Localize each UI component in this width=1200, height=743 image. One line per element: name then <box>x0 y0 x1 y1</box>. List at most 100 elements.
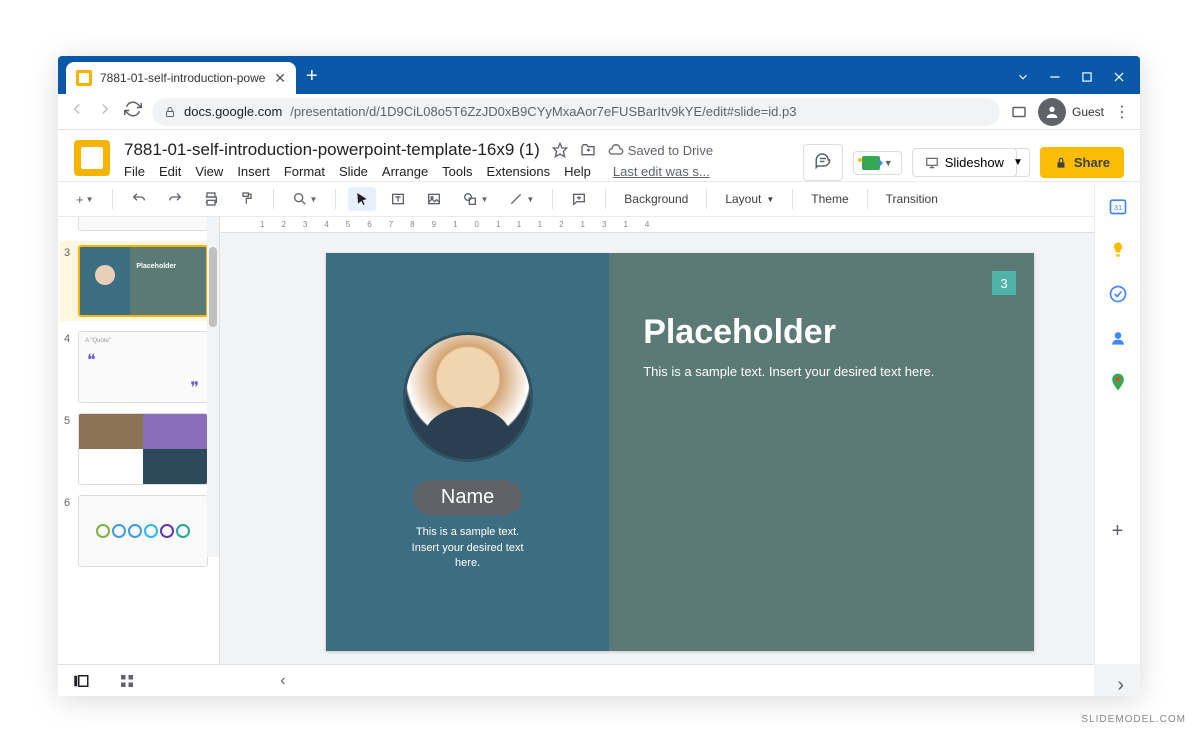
collapse-filmstrip-icon[interactable]: ‹ <box>280 672 285 690</box>
browser-tab[interactable]: 7881-01-self-introduction-powe ✕ <box>66 62 296 94</box>
url-field[interactable]: docs.google.com/presentation/d/1D9CiL08o… <box>152 98 1000 126</box>
extensions-icon[interactable] <box>1010 103 1028 121</box>
menu-slide[interactable]: Slide <box>339 164 368 179</box>
tasks-icon[interactable] <box>1108 284 1128 304</box>
guest-label: Guest <box>1072 105 1104 119</box>
slide[interactable]: Name This is a sample text. Insert your … <box>326 253 1034 651</box>
slide-description[interactable]: This is a sample text. Insert your desir… <box>643 364 1000 379</box>
menu-arrange[interactable]: Arrange <box>382 164 428 179</box>
side-panel: 31 + <box>1094 184 1140 664</box>
new-tab-button[interactable]: + <box>306 65 318 88</box>
close-window-icon[interactable] <box>1112 70 1126 84</box>
shape-tool[interactable]: ▼ <box>456 187 494 211</box>
save-status[interactable]: Saved to Drive <box>608 142 713 158</box>
last-edit-link[interactable]: Last edit was s... <box>613 164 710 179</box>
document-title[interactable]: 7881-01-self-introduction-powerpoint-tem… <box>124 140 540 160</box>
textbox-tool[interactable] <box>384 187 412 211</box>
transition-button[interactable]: Transition <box>880 188 944 210</box>
browser-tab-bar: 7881-01-self-introduction-powe ✕ + <box>58 56 1140 94</box>
thumbnail-panel: 3 Placeholder 4 A "Quote" ❝❞ 5 6 <box>58 217 220 696</box>
horizontal-ruler: 1234567891011121314 <box>220 217 1140 233</box>
grid-view-icon[interactable] <box>118 672 136 690</box>
url-domain: docs.google.com <box>184 104 282 119</box>
line-tool[interactable]: ▼ <box>502 187 540 211</box>
toolbar: +▼ ▼ ▼ ▼ Background Layout▼ Theme Transi… <box>58 181 1140 217</box>
maps-icon[interactable] <box>1108 372 1128 392</box>
chevron-down-icon[interactable] <box>1016 70 1030 84</box>
watermark: SLIDEMODEL.COM <box>1081 714 1186 725</box>
menu-help[interactable]: Help <box>564 164 591 179</box>
maximize-icon[interactable] <box>1080 70 1094 84</box>
window-controls <box>1016 70 1140 84</box>
slide-thumbnail[interactable] <box>78 413 208 485</box>
slideshow-dropdown[interactable]: ▼ <box>1007 148 1030 177</box>
add-addon-button[interactable]: + <box>1112 520 1124 543</box>
minimize-icon[interactable] <box>1048 70 1062 84</box>
slides-logo-icon[interactable] <box>74 140 110 176</box>
menu-view[interactable]: View <box>195 164 223 179</box>
menu-file[interactable]: File <box>124 164 145 179</box>
slide-thumbnail[interactable] <box>78 217 208 231</box>
move-folder-icon[interactable] <box>580 142 596 158</box>
lock-icon <box>1054 156 1068 170</box>
main-area: 3 Placeholder 4 A "Quote" ❝❞ 5 6 <box>58 217 1140 696</box>
paint-format-button[interactable] <box>233 187 261 211</box>
theme-button[interactable]: Theme <box>805 188 854 210</box>
filmstrip-view-icon[interactable] <box>72 672 90 690</box>
browser-window: 7881-01-self-introduction-powe ✕ + docs.… <box>58 56 1140 696</box>
bottom-bar: ‹ <box>58 664 1094 696</box>
thumb-number: 5 <box>64 413 74 485</box>
title-bar: 7881-01-self-introduction-powerpoint-tem… <box>58 130 1140 181</box>
slide-title[interactable]: Placeholder <box>643 313 1000 352</box>
forward-button[interactable] <box>96 100 114 123</box>
calendar-icon[interactable]: 31 <box>1108 196 1128 216</box>
menu-extensions[interactable]: Extensions <box>487 164 551 179</box>
tab-title: 7881-01-self-introduction-powe <box>100 71 266 85</box>
avatar-image[interactable] <box>403 332 533 462</box>
keep-icon[interactable] <box>1108 240 1128 260</box>
menu-edit[interactable]: Edit <box>159 164 181 179</box>
svg-text:31: 31 <box>1113 203 1121 212</box>
select-tool[interactable] <box>348 187 376 211</box>
profile-avatar[interactable] <box>1038 98 1066 126</box>
sub-text[interactable]: This is a sample text. Insert your desir… <box>412 525 524 571</box>
menu-insert[interactable]: Insert <box>237 164 270 179</box>
cloud-icon <box>608 142 624 158</box>
share-button[interactable]: Share <box>1040 147 1124 178</box>
background-button[interactable]: Background <box>618 188 694 210</box>
thumb-number: 4 <box>64 331 74 403</box>
menu-tools[interactable]: Tools <box>442 164 472 179</box>
url-path: /presentation/d/1D9CiL08o5T6ZzJD0xB9CYyM… <box>290 104 796 119</box>
print-button[interactable] <box>197 187 225 211</box>
canvas-area: 1234567891011121314 Name This is a sampl… <box>220 217 1140 696</box>
image-tool[interactable] <box>420 187 448 211</box>
thumb-number: 6 <box>64 495 74 567</box>
layout-button[interactable]: Layout▼ <box>719 188 780 210</box>
slide-thumbnail[interactable] <box>78 495 208 567</box>
meet-button[interactable]: ▼ <box>853 151 902 175</box>
reload-button[interactable] <box>124 100 142 123</box>
zoom-button[interactable]: ▼ <box>286 187 324 211</box>
new-slide-button[interactable]: +▼ <box>70 188 100 211</box>
thumb-number: 3 <box>64 245 74 317</box>
slideshow-button[interactable]: Slideshow <box>912 148 1017 177</box>
menu-format[interactable]: Format <box>284 164 325 179</box>
slide-thumbnail[interactable]: Placeholder <box>78 245 208 317</box>
redo-button[interactable] <box>161 187 189 211</box>
name-label[interactable]: Name <box>413 480 522 515</box>
scroll-right-icon[interactable]: › <box>1117 674 1124 696</box>
slide-right-panel: Placeholder This is a sample text. Inser… <box>609 253 1034 651</box>
chrome-menu-icon[interactable]: ⋮ <box>1114 102 1130 122</box>
comments-button[interactable] <box>803 144 843 181</box>
star-icon[interactable] <box>552 142 568 158</box>
canvas-viewport[interactable]: Name This is a sample text. Insert your … <box>220 233 1140 696</box>
close-tab-icon[interactable]: ✕ <box>274 70 286 87</box>
slides-favicon-icon <box>76 70 92 86</box>
back-button[interactable] <box>68 100 86 123</box>
undo-button[interactable] <box>125 187 153 211</box>
thumbnail-scrollbar[interactable] <box>207 217 219 557</box>
comment-tool[interactable] <box>565 187 593 211</box>
slide-thumbnail[interactable]: A "Quote" ❝❞ <box>78 331 208 403</box>
present-icon <box>925 156 939 170</box>
contacts-icon[interactable] <box>1108 328 1128 348</box>
